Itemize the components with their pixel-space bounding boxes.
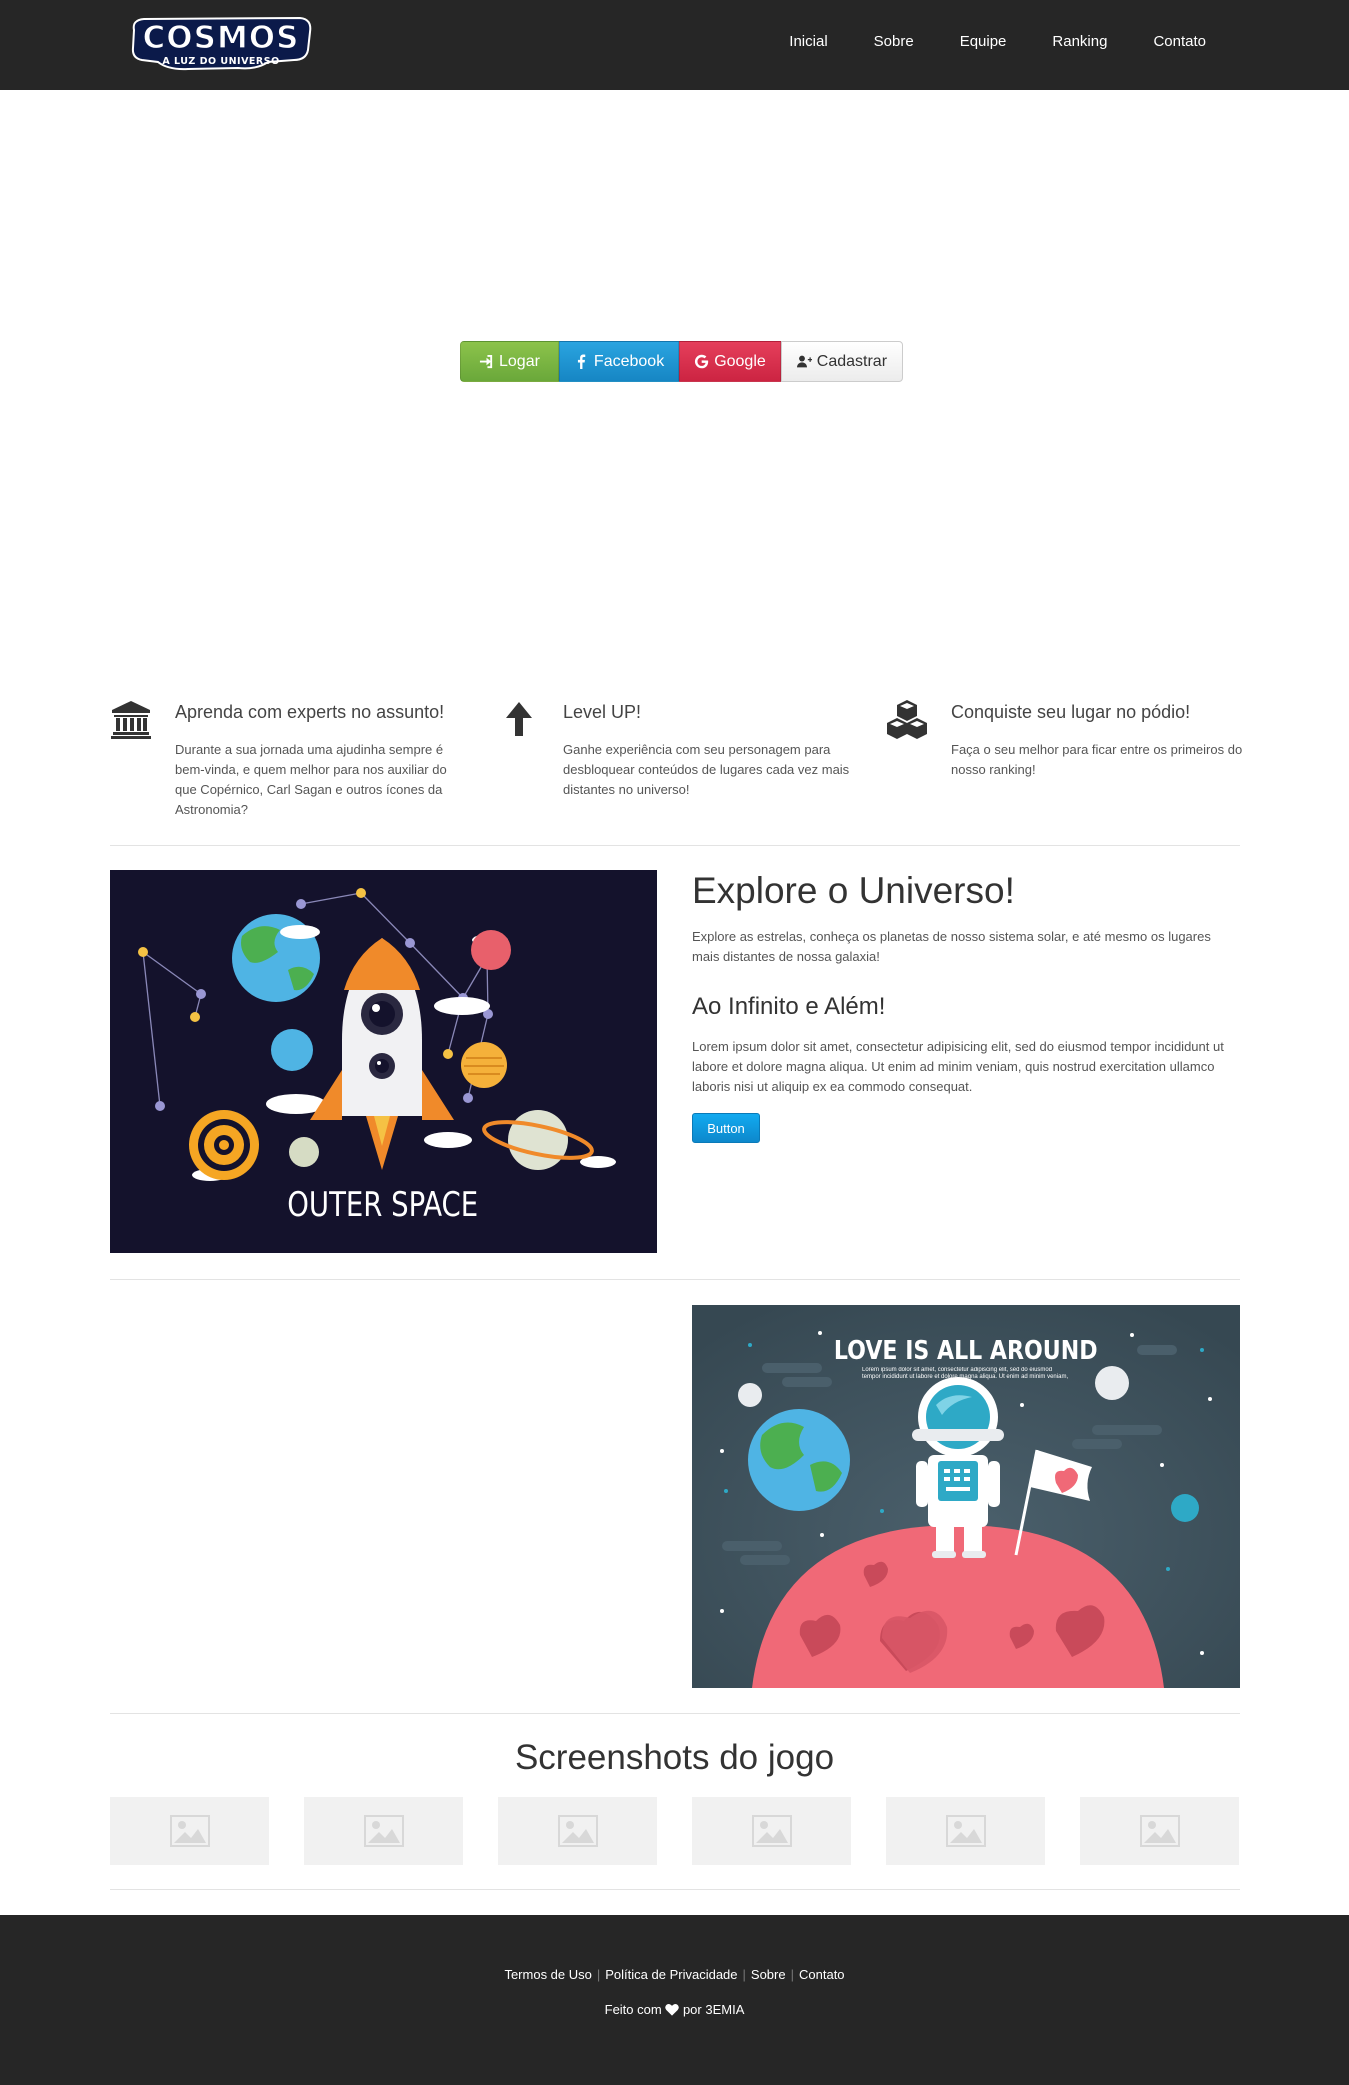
separator: | [742,1967,746,1982]
facebook-button[interactable]: Facebook [558,341,680,382]
screenshot-thumbnail[interactable] [692,1797,851,1865]
svg-text:A LUZ DO UNIVERSO: A LUZ DO UNIVERSO [162,56,279,67]
nav-menu: Inicial Sobre Equipe Ranking Contato [766,0,1229,82]
screenshot-thumbnail[interactable] [1080,1797,1239,1865]
infinito-title: Ao Infinito e Além! [692,993,886,1020]
infinito-text: Lorem ipsum dolor sit amet, consectetur … [692,1039,1224,1094]
svg-text:LOVE IS ALL AROUND: LOVE IS ALL AROUND [834,1335,1098,1365]
credit-text-after: por 3EMIA [682,2002,745,2017]
logar-button[interactable]: Logar [460,341,559,382]
navbar: COSMOS A LUZ DO UNIVERSO Inicial Sobre E… [0,0,1349,90]
divider [110,1889,1240,1890]
cosmos-logo[interactable]: COSMOS A LUZ DO UNIVERSO [128,12,314,74]
feature-text: Durante a sua jornada uma ajudinha sempr… [175,742,447,817]
credit-text-before: Feito com [604,2002,662,2017]
footer: Termos de Uso | Política de Privacidade | So… [0,1915,1349,2085]
nav-ranking[interactable]: Ranking [1029,33,1130,50]
explore-text: Explore as estrelas, conheça os planetas… [692,929,1211,964]
image-placeholder-icon [1139,1815,1180,1847]
footer-link-termos[interactable]: Termos de Uso [504,1967,591,1982]
sign-in-icon [479,354,493,369]
bank-icon [111,701,151,739]
svg-text:OUTER SPACE: OUTER SPACE [287,1184,478,1224]
google-label: Google [714,352,766,370]
divider [110,1713,1240,1714]
image-placeholder-icon [557,1815,598,1847]
google-button[interactable]: Google [679,341,781,382]
facebook-label: Facebook [593,352,665,370]
auth-button-group: Logar Facebook Google Cadastrar [460,341,904,382]
image-placeholder-icon [751,1815,792,1847]
image-placeholder-icon [945,1815,986,1847]
cubes-icon [887,700,927,739]
screenshot-thumbnail[interactable] [498,1797,657,1865]
image-placeholder-icon [169,1815,210,1847]
divider [110,845,1240,846]
outer-space-illustration: OUTER SPACE [110,870,657,1253]
footer-credit: Feito com por 3EMIA [0,2002,1349,2017]
logar-label: Logar [499,352,540,370]
separator: | [596,1967,601,1982]
feature-title: Conquiste seu lugar no pódio! [951,702,1191,722]
feature-title: Aprenda com experts no assunto! [175,702,445,722]
svg-text:COSMOS: COSMOS [143,20,300,56]
explore-button[interactable]: Button [692,1113,760,1143]
explore-title: Explore o Universo! [692,870,1015,911]
screenshot-thumbnail[interactable] [886,1797,1045,1865]
google-icon [695,354,709,369]
screenshot-thumbnail[interactable] [110,1797,269,1865]
nav-equipe[interactable]: Equipe [937,33,1030,50]
image-placeholder-icon [363,1815,404,1847]
feature-title: Level UP! [563,702,642,722]
footer-link-sobre[interactable]: Sobre [751,1967,786,1982]
arrow-up-icon [506,702,532,736]
divider [110,1279,1240,1280]
facebook-icon [577,354,586,369]
nav-inicial[interactable]: Inicial [766,33,850,50]
heart-icon [665,2003,680,2016]
footer-link-privacidade[interactable]: Política de Privacidade [605,1967,737,1982]
feature-text: Ganhe experiência com seu personagem par… [563,742,850,797]
separator: | [790,1967,794,1982]
user-plus-icon [796,355,812,368]
footer-link-contato[interactable]: Contato [799,1967,845,1982]
feature-text: Faça o seu melhor para ficar entre os pr… [951,742,1243,777]
love-art: LOVE IS ALL AROUND Lorem ipsum dolor sit… [692,1305,1240,1688]
screenshots-title: Screenshots do jogo [514,1738,835,1777]
love-astronaut-illustration: LOVE IS ALL AROUND Lorem ipsum dolor sit… [692,1305,1240,1688]
cadastrar-button[interactable]: Cadastrar [780,341,904,382]
footer-links: Termos de Uso | Política de Privacidade | So… [0,1967,1349,1982]
nav-contato[interactable]: Contato [1130,33,1229,50]
nav-sobre[interactable]: Sobre [851,33,937,50]
outer-space-art: OUTER SPACE [138,888,616,1224]
cadastrar-label: Cadastrar [816,352,888,370]
screenshot-thumbnail[interactable] [304,1797,463,1865]
